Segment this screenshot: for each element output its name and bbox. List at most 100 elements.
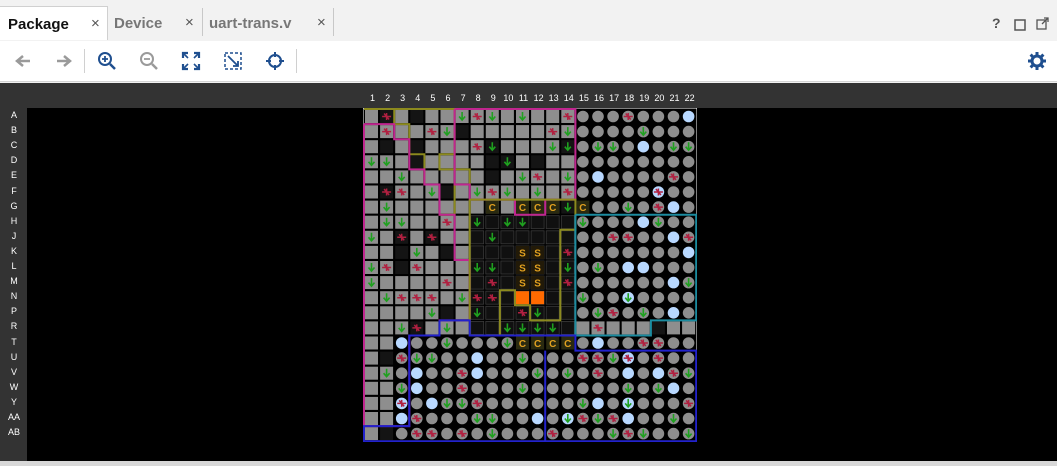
pin-site[interactable]	[455, 276, 469, 290]
pin-site[interactable]	[592, 291, 604, 304]
pin-site[interactable]	[622, 382, 634, 395]
pin-site[interactable]	[561, 110, 575, 123]
pin-site[interactable]	[365, 170, 378, 184]
pin-site[interactable]	[440, 200, 454, 214]
pin-site[interactable]	[577, 156, 589, 168]
pin-site[interactable]	[425, 276, 439, 290]
pin-site[interactable]	[440, 170, 454, 184]
pin-site[interactable]	[592, 337, 604, 349]
pin-site[interactable]	[637, 110, 650, 123]
pin-site[interactable]	[667, 246, 680, 259]
pin-site[interactable]	[455, 185, 469, 199]
special-pin[interactable]: S	[531, 245, 545, 260]
pin-site[interactable]	[456, 352, 468, 364]
pin-site[interactable]	[471, 337, 483, 349]
pin-site[interactable]	[440, 306, 454, 320]
pin-site[interactable]	[530, 230, 545, 245]
pin-site[interactable]	[455, 230, 469, 244]
pin-site[interactable]	[365, 321, 378, 335]
pin-site[interactable]	[531, 155, 545, 169]
pin-site[interactable]	[637, 231, 650, 244]
pin-site[interactable]	[577, 276, 589, 289]
pin-site[interactable]	[470, 260, 485, 275]
pin-site[interactable]	[456, 367, 468, 380]
pin-site[interactable]	[592, 231, 604, 244]
zoom-out-icon[interactable]	[138, 50, 160, 72]
pin-site[interactable]	[500, 305, 515, 320]
pin-site[interactable]	[622, 156, 634, 168]
pin-site[interactable]	[411, 352, 423, 364]
pin-site[interactable]	[456, 427, 468, 440]
pin-site[interactable]	[652, 216, 665, 228]
pin-site[interactable]	[652, 186, 665, 198]
pin-site[interactable]	[395, 245, 409, 259]
pin-site[interactable]	[682, 352, 695, 364]
pin-site[interactable]	[637, 397, 650, 410]
pin-site[interactable]	[577, 291, 589, 304]
pin-site[interactable]	[485, 305, 500, 320]
pin-site[interactable]	[637, 156, 650, 168]
pin-site[interactable]	[380, 185, 394, 199]
pin-site[interactable]	[637, 382, 650, 395]
pin-site[interactable]	[470, 290, 485, 305]
pin-site[interactable]	[560, 230, 575, 245]
pin-site[interactable]	[516, 412, 529, 425]
pin-site[interactable]	[426, 397, 438, 410]
pin-site[interactable]	[380, 351, 394, 365]
pin-site[interactable]	[637, 291, 650, 304]
pin-site[interactable]	[395, 337, 408, 349]
pin-site[interactable]	[455, 200, 469, 214]
pin-site[interactable]	[440, 261, 454, 274]
pin-site[interactable]	[365, 155, 378, 169]
pin-site[interactable]	[652, 246, 665, 259]
special-pin[interactable]: C	[546, 336, 560, 351]
pin-site[interactable]	[380, 276, 394, 290]
pin-site[interactable]	[440, 140, 454, 154]
pin-site[interactable]	[411, 427, 423, 440]
pin-site[interactable]	[471, 412, 483, 425]
pin-site[interactable]	[546, 397, 559, 410]
pin-site[interactable]	[485, 260, 500, 275]
special-pin[interactable]: C	[531, 336, 545, 351]
pin-site[interactable]	[545, 245, 560, 260]
pin-site[interactable]	[485, 110, 499, 123]
special-pin[interactable]: C	[561, 336, 575, 351]
pin-site[interactable]	[471, 382, 483, 395]
pin-site[interactable]	[516, 397, 529, 410]
pin-site[interactable]	[667, 291, 680, 304]
tab-device-close-icon[interactable]: ×	[185, 14, 194, 31]
pin-site[interactable]	[410, 110, 424, 123]
pin-site[interactable]	[365, 381, 378, 395]
pin-site[interactable]	[530, 215, 545, 230]
package-canvas[interactable]: CCCCCCCCCSSSSSS	[27, 108, 1057, 461]
pin-site[interactable]	[577, 397, 589, 410]
pin-site[interactable]	[667, 171, 680, 183]
pin-site[interactable]	[425, 110, 439, 123]
pin-site[interactable]	[440, 291, 454, 305]
pin-site[interactable]	[395, 291, 409, 305]
pin-site[interactable]	[577, 352, 589, 364]
pin-site[interactable]	[426, 412, 438, 425]
back-arrow-icon[interactable]	[12, 50, 34, 72]
pin-site[interactable]	[365, 215, 378, 229]
pin-site[interactable]	[546, 382, 559, 395]
pin-site[interactable]	[531, 110, 545, 123]
pin-site[interactable]	[682, 261, 695, 274]
pin-site[interactable]	[545, 305, 560, 320]
pin-site[interactable]	[440, 245, 454, 259]
pin-site[interactable]	[395, 215, 409, 229]
pin-site[interactable]	[485, 155, 499, 169]
pin-site[interactable]	[622, 231, 634, 244]
pin-site[interactable]	[395, 352, 408, 364]
tab-uart-trans-close-icon[interactable]: ×	[317, 14, 326, 31]
pin-site[interactable]	[667, 216, 680, 228]
pin-site[interactable]	[637, 412, 650, 425]
pin-site[interactable]	[440, 185, 454, 199]
pin-site[interactable]	[516, 155, 529, 169]
pin-site[interactable]	[440, 321, 454, 335]
pin-site[interactable]	[667, 140, 680, 153]
pin-site[interactable]	[637, 201, 650, 213]
pin-site[interactable]	[652, 382, 665, 395]
package-grid[interactable]: C C C C CC C C CS SS SS S	[363, 108, 697, 442]
pin-site[interactable]	[410, 155, 424, 169]
